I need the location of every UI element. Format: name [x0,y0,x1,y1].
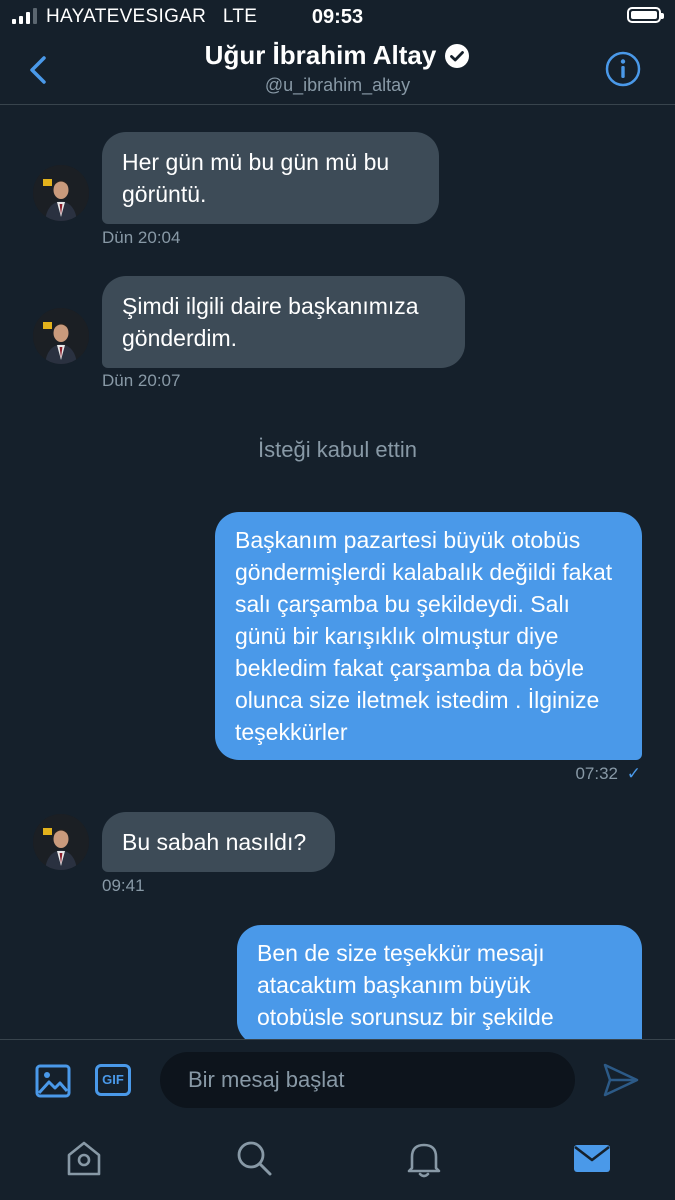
send-icon [603,1063,639,1097]
battery-icon [627,7,664,23]
message-timestamp: 07:32 ✓ [575,764,641,784]
message-list[interactable]: Her gün mü bu gün mü bu görüntü. Dün 20:… [0,105,675,1039]
read-check-icon: ✓ [626,764,641,783]
message-timestamp: Dün 20:04 [102,228,181,247]
contact-handle: @u_ibrahim_altay [264,75,411,95]
image-icon [35,1064,71,1098]
tab-search[interactable] [234,1138,274,1178]
conversation-header: Uğur İbrahim Altay @u_ibrahim_altay [0,34,675,105]
contact-name: Uğur İbrahim Altay [204,40,437,70]
message-bubble-outgoing[interactable]: Başkanım pazartesi büyük otobüs göndermi… [215,512,642,760]
profile-photo [33,165,89,221]
avatar[interactable] [33,814,89,870]
message-timestamp: Dün 20:07 [102,371,181,390]
message-bubble-outgoing[interactable]: Ben de size teşekkür mesajı atacaktım ba… [237,925,642,1039]
message-bubble-incoming[interactable]: Şimdi ilgili daire başkanımıza gönderdim… [102,276,465,368]
avatar[interactable] [33,165,89,221]
tab-bar [0,1120,675,1200]
message-time: 07:32 [575,764,619,783]
profile-photo [33,814,89,870]
message-bubble-incoming[interactable]: Her gün mü bu gün mü bu görüntü. [102,132,439,224]
home-icon [67,1141,101,1176]
message-bubble-incoming[interactable]: Bu sabah nasıldı? [102,812,335,872]
info-button[interactable] [605,51,641,87]
tab-home[interactable] [64,1138,104,1178]
gif-button[interactable]: GIF [95,1064,131,1096]
message-composer: GIF [0,1039,675,1121]
send-button[interactable] [602,1062,640,1098]
tab-messages[interactable] [572,1138,612,1178]
notifications-icon [407,1143,441,1178]
verified-badge-icon [445,43,470,68]
info-icon [605,51,641,87]
avatar[interactable] [33,308,89,364]
add-image-button[interactable] [35,1064,71,1098]
message-input[interactable] [160,1052,575,1108]
profile-photo [33,308,89,364]
search-icon [237,1141,272,1176]
request-accepted-notice: İsteği kabul ettin [258,437,417,462]
status-bar: HAYATEVESIGAR LTE 09:53 [0,0,675,34]
tab-notifications[interactable] [404,1138,444,1178]
message-timestamp: 09:41 [102,876,145,895]
conversation-title[interactable]: Uğur İbrahim Altay @u_ibrahim_altay [0,40,675,96]
status-time: 09:53 [311,6,364,28]
messages-icon [574,1145,610,1172]
